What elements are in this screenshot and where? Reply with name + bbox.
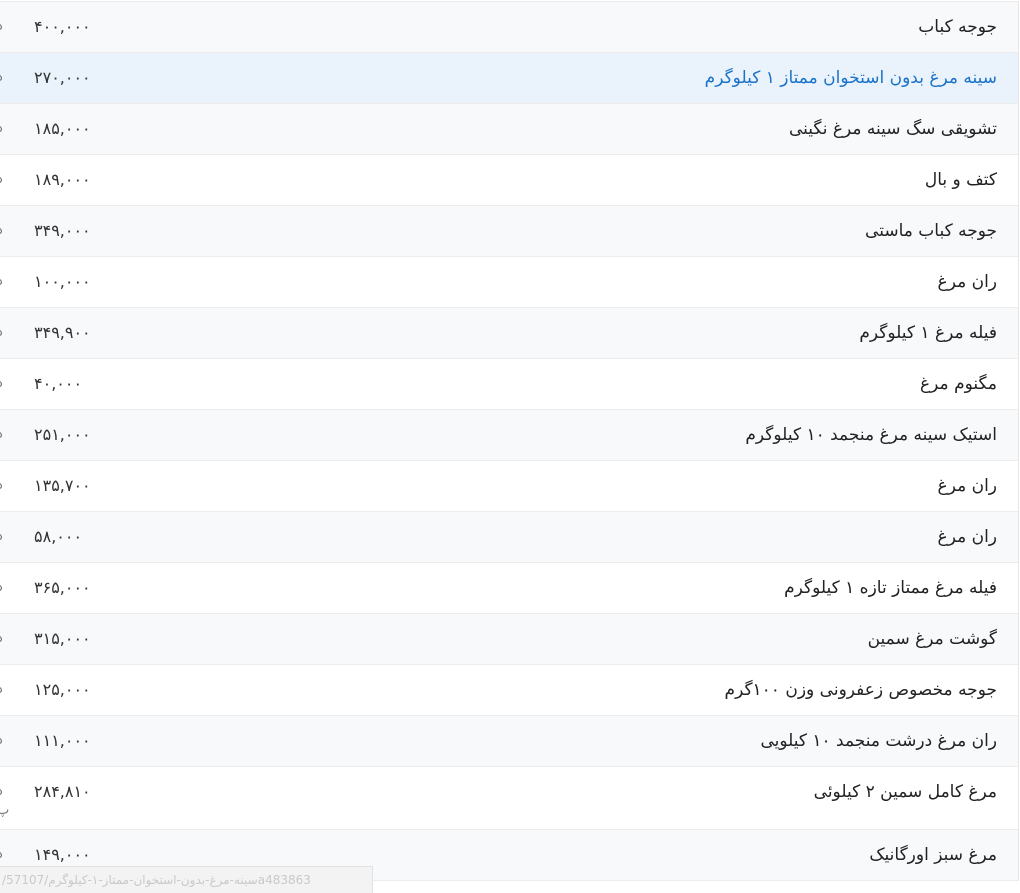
status-url-text: /سینه-مرغ-بدون-استخوان-ممتاز-۱-کیلوگرم/5… — [2, 873, 311, 887]
product-price: ۵۸,۰۰۰ — [34, 527, 83, 546]
currency-unit: د — [0, 308, 3, 358]
product-name: استیک سینه مرغ منجمد ۱۰ کیلوگرم — [745, 425, 997, 445]
product-price: ۳۱۵,۰۰۰ — [34, 629, 91, 648]
product-name: ران مرغ — [937, 476, 997, 496]
table-row[interactable]: استیک سینه مرغ منجمد ۱۰ کیلوگرم ۲۵۱,۰۰۰ … — [0, 410, 1018, 461]
currency-unit: د — [0, 614, 3, 664]
table-row[interactable]: فیله مرغ ممتاز تازه ۱ کیلوگرم ۳۶۵,۰۰۰ د — [0, 563, 1018, 614]
table-row[interactable]: تشویقی سگ سینه مرغ نگینی ۱۸۵,۰۰۰ د — [0, 104, 1018, 155]
table-row[interactable]: جوجه کباب ۴۰۰,۰۰۰ د — [0, 2, 1018, 53]
table-row[interactable]: مگنوم مرغ ۴۰,۰۰۰ د — [0, 359, 1018, 410]
product-name: تشویقی سگ سینه مرغ نگینی — [788, 119, 997, 139]
page: جوجه کباب ۴۰۰,۰۰۰ د سینه مرغ بدون استخوا… — [0, 0, 1020, 893]
product-name: مرغ کامل سمین ۲ کیلوئی — [813, 782, 997, 802]
currency-unit: د — [0, 206, 3, 256]
product-name: فیله مرغ ۱ کیلوگرم — [859, 323, 997, 343]
currency-unit: د — [0, 563, 3, 613]
currency-unit: د — [0, 359, 3, 409]
product-name: جوجه کباب — [918, 17, 997, 37]
product-price: ۳۶۵,۰۰۰ — [34, 578, 91, 597]
product-price: ۱۳۵,۷۰۰ — [34, 476, 91, 495]
product-price: ۱۰۰,۰۰۰ — [34, 272, 91, 291]
product-name: کتف و بال — [924, 170, 997, 190]
table-row[interactable]: گوشت مرغ سمین ۳۱۵,۰۰۰ د — [0, 614, 1018, 665]
table-row[interactable]: کتف و بال ۱۸۹,۰۰۰ د — [0, 155, 1018, 206]
product-name: ران مرغ درشت منجمد ۱۰ کیلویی — [760, 731, 997, 751]
currency-unit: د — [0, 410, 3, 460]
table-row[interactable]: ران مرغ ۵۸,۰۰۰ د — [0, 512, 1018, 563]
product-name: ران مرغ — [937, 527, 997, 547]
product-name: فیله مرغ ممتاز تازه ۱ کیلوگرم — [784, 578, 997, 598]
currency-unit: د — [0, 512, 3, 562]
product-price-table: جوجه کباب ۴۰۰,۰۰۰ د سینه مرغ بدون استخوا… — [0, 1, 1019, 881]
table-row-hovered[interactable]: سینه مرغ بدون استخوان ممتاز ۱ کیلوگرم ۲۷… — [0, 53, 1018, 104]
product-price: ۲۷۰,۰۰۰ — [34, 68, 91, 87]
table-row[interactable]: ران مرغ ۱۳۵,۷۰۰ د — [0, 461, 1018, 512]
browser-status-bar: /سینه-مرغ-بدون-استخوان-ممتاز-۱-کیلوگرم/5… — [0, 866, 373, 893]
product-price: ۲۵۱,۰۰۰ — [34, 425, 91, 444]
product-name: جوجه کباب ماستی — [865, 221, 997, 241]
currency-unit: د — [0, 104, 3, 154]
product-price: ۱۸۵,۰۰۰ — [34, 119, 91, 138]
product-price: ۱۸۹,۰۰۰ — [34, 170, 91, 189]
table-row[interactable]: ران مرغ درشت منجمد ۱۰ کیلویی ۱۱۱,۰۰۰ د — [0, 716, 1018, 767]
product-name: مرغ سبز اورگانیک — [869, 845, 997, 865]
currency-unit: د — [0, 155, 3, 205]
product-name: جوجه مخصوص زعفرونی وزن ۱۰۰گرم — [724, 680, 997, 700]
table-row[interactable]: جوجه کباب ماستی ۳۴۹,۰۰۰ د — [0, 206, 1018, 257]
product-price: ۱۲۵,۰۰۰ — [34, 680, 91, 699]
currency-unit: د — [0, 2, 3, 52]
table-row[interactable]: مرغ کامل سمین ۲ کیلوئی ۲۸۴,۸۱۰ د پ — [0, 767, 1018, 830]
table-row[interactable]: ران مرغ ۱۰۰,۰۰۰ د — [0, 257, 1018, 308]
currency-unit-overflow: پ — [0, 803, 10, 818]
product-price: ۴۰۰,۰۰۰ — [34, 17, 91, 36]
product-price: ۲۸۴,۸۱۰ — [34, 782, 91, 801]
product-price: ۱۱۱,۰۰۰ — [34, 731, 91, 750]
product-name-link[interactable]: سینه مرغ بدون استخوان ممتاز ۱ کیلوگرم — [705, 53, 997, 103]
currency-unit: د — [0, 461, 3, 511]
product-name: گوشت مرغ سمین — [867, 629, 997, 649]
product-name: ران مرغ — [937, 272, 997, 292]
product-name: مگنوم مرغ — [920, 374, 997, 394]
table-row[interactable]: فیله مرغ ۱ کیلوگرم ۳۴۹,۹۰۰ د — [0, 308, 1018, 359]
product-price: ۳۴۹,۰۰۰ — [34, 221, 91, 240]
product-price: ۴۰,۰۰۰ — [34, 374, 83, 393]
currency-unit: د — [0, 257, 3, 307]
currency-unit: د — [0, 716, 3, 766]
product-price: ۳۴۹,۹۰۰ — [34, 323, 91, 342]
currency-unit: د — [0, 53, 3, 103]
table-row[interactable]: جوجه مخصوص زعفرونی وزن ۱۰۰گرم ۱۲۵,۰۰۰ د — [0, 665, 1018, 716]
currency-unit: د — [0, 665, 3, 715]
